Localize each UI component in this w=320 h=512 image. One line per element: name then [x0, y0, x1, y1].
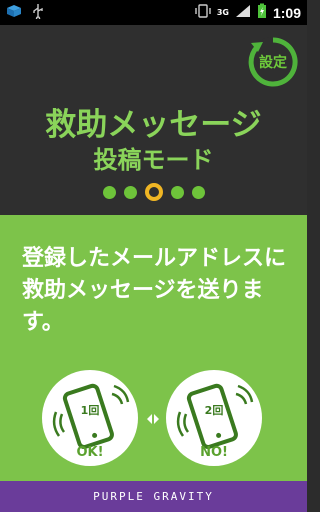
option-no-button[interactable]: 2回 NO! [166, 370, 262, 466]
page-dot[interactable] [102, 185, 116, 199]
vibrate-icon [195, 3, 211, 22]
clock: 1:09 [272, 4, 301, 21]
page-dot[interactable] [123, 185, 137, 199]
page-title: 救助メッセージ [45, 107, 262, 143]
usb-icon [32, 3, 44, 23]
settings-label: 設定 [259, 55, 287, 71]
page-dot-active[interactable] [144, 183, 163, 201]
option-ok-button[interactable]: 1回 OK! [42, 370, 138, 466]
battery-charging-icon [257, 3, 267, 23]
signal-icon [235, 3, 251, 22]
network-type: 3G [216, 7, 229, 17]
swap-arrows-icon [146, 410, 160, 424]
instruction-text: 登録したメールアドレスに救助メッセージを送ります。 [22, 246, 287, 335]
option-count-label: 1回 [80, 404, 100, 417]
status-bar: 3G 1:09 [0, 0, 307, 25]
settings-button[interactable]: 設定 [245, 34, 301, 90]
page-dot[interactable] [191, 185, 205, 199]
page-subtitle: 投稿モード [93, 146, 214, 174]
page-indicator [0, 183, 307, 201]
app-notification-icon [6, 3, 22, 22]
option-result-label: NO! [200, 445, 228, 460]
option-result-label: OK! [76, 445, 104, 460]
option-count-label: 2回 [204, 404, 224, 417]
page-dot[interactable] [170, 185, 184, 199]
brand-footer: PURPLE GRAVITY [0, 481, 307, 512]
